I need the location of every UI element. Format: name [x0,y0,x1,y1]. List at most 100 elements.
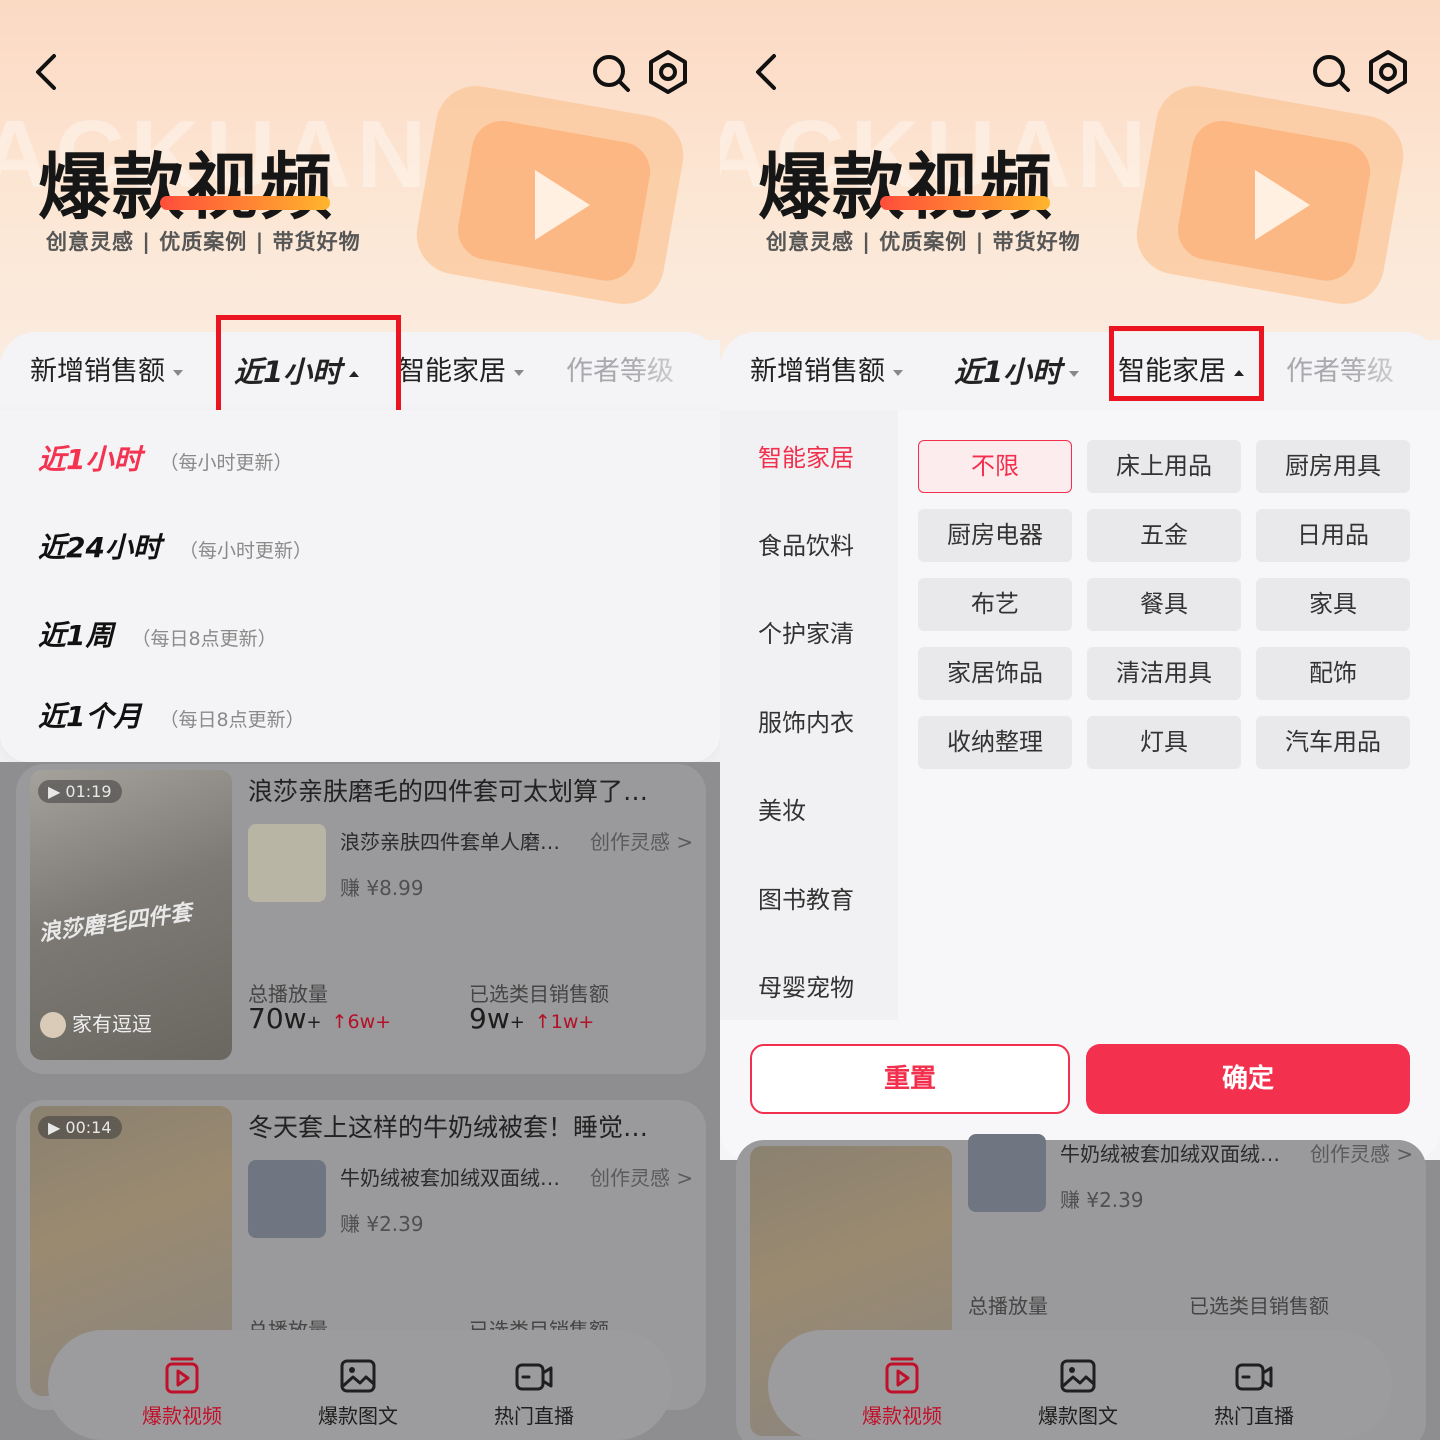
filter-time[interactable]: 近1小时 [954,350,1080,394]
filter-sales[interactable]: 新增销售额 [750,350,903,394]
time-option-label: 近1周 [38,619,114,652]
hero-video-art [416,86,684,304]
reset-button[interactable]: 重置 [750,1044,1070,1114]
subcategory-chip[interactable]: 床上用品 [1087,440,1241,493]
subcategory-chip[interactable]: 布艺 [918,578,1072,631]
subcategory-chip[interactable]: 家居饰品 [918,647,1072,700]
bottom-nav: 爆款视频 爆款图文 热门直播 [48,1330,672,1440]
time-option-24h[interactable]: 近24小时 （每小时更新） [38,526,312,566]
caret-down-icon [1069,371,1080,377]
earn-amount: 赚 ¥2.39 [340,1212,424,1236]
nav-label: 爆款视频 [862,1404,942,1428]
earn-amount: 赚 ¥8.99 [340,876,424,900]
inspiration-link[interactable]: 创作灵感 > [590,1162,693,1191]
video-duration: ▶ 01:19 [38,780,122,803]
time-dropdown: 近1小时 （每小时更新） 近24小时 （每小时更新） 近1周 （每日8点更新） 近1个… [0,410,720,762]
subcategory-chip[interactable]: 收纳整理 [918,716,1072,769]
video-card[interactable]: ▶ 01:19 浪莎磨毛四件套 家有逗逗 浪莎亲肤磨毛的四件套可太划算了… 浪莎… [16,764,706,1074]
highlight-box-time [216,315,401,422]
video-title[interactable]: 浪莎亲肤磨毛的四件套可太划算了… [248,772,688,808]
subcategory-chip[interactable]: 日用品 [1256,509,1410,562]
nav-item-image[interactable]: 爆款图文 [298,1356,418,1429]
inspiration-link[interactable]: 创作灵感 > [1310,1138,1413,1167]
video-duration: ▶ 00:14 [38,1116,122,1139]
time-option-1w[interactable]: 近1周 （每日8点更新） [38,614,277,654]
video-author[interactable]: 家有逗逗 [40,1008,152,1038]
nav-item-video[interactable]: 爆款视频 [122,1356,242,1429]
subcategory-chip[interactable]: 不限 [918,440,1072,493]
time-option-note: （每小时更新） [159,452,293,474]
filter-category[interactable]: 智能家居 [398,350,524,394]
subcategory-chip[interactable]: 餐具 [1087,578,1241,631]
time-option-1h[interactable]: 近1小时 （每小时更新） [38,438,293,478]
back-icon[interactable] [748,50,788,94]
nav-item-video[interactable]: 爆款视频 [842,1356,962,1429]
nav-item-live[interactable]: 热门直播 [1194,1356,1314,1429]
product-name[interactable]: 浪莎亲肤四件套单人磨… [340,826,560,855]
category-item[interactable]: 智能家居 [758,438,854,473]
left-screenshot: ACKUAN 爆款视频 创意灵感 | 优质案例 | 带货好物 新增销售额 近1小… [0,0,720,1440]
category-item[interactable]: 服饰内衣 [758,703,854,738]
category-item[interactable]: 图书教育 [758,880,854,915]
time-option-note: （每小时更新） [178,540,312,562]
highlight-box-category [1109,326,1264,401]
product-image[interactable] [248,1160,326,1238]
page-subtitle: 创意灵感 | 优质案例 | 带货好物 [766,230,1081,254]
video-thumbnail[interactable]: ▶ 01:19 浪莎磨毛四件套 家有逗逗 [30,770,232,1060]
filter-fade [1350,340,1440,404]
back-icon[interactable] [28,50,68,94]
product-image[interactable] [248,824,326,902]
nav-label: 爆款图文 [1038,1404,1118,1428]
caret-down-icon [514,369,524,376]
category-item[interactable]: 食品饮料 [758,526,854,561]
category-item[interactable]: 个护家清 [758,614,854,649]
time-option-label: 近24小时 [38,531,161,564]
subcategory-chip[interactable]: 配饰 [1256,647,1410,700]
play-count-label: 总播放量 [968,1294,1048,1318]
confirm-button[interactable]: 确定 [1086,1044,1410,1114]
subcategory-chip[interactable]: 厨房电器 [918,509,1072,562]
category-item[interactable]: 美妆 [758,791,806,826]
settings-icon[interactable] [1365,48,1411,96]
search-icon[interactable] [590,52,632,94]
filter-sales-label: 新增销售额 [30,356,165,387]
filter-fade [630,340,720,404]
subcategory-chip[interactable]: 灯具 [1087,716,1241,769]
subcategory-chip[interactable]: 汽车用品 [1256,716,1410,769]
time-option-1m[interactable]: 近1个月 （每日8点更新） [38,695,305,735]
video-title[interactable]: 冬天套上这样的牛奶绒被套！睡觉… [248,1108,688,1144]
subcategory-chip[interactable]: 五金 [1087,509,1241,562]
play-count-value: 70w+ ↑6w+ [248,1002,391,1035]
subcategory-chip[interactable]: 厨房用具 [1256,440,1410,493]
sales-value: 9w+ ↑1w+ [469,1002,594,1035]
live-icon [515,1363,553,1391]
filter-time-label: 近1小时 [954,355,1062,389]
play-count-number: 70w [248,1002,307,1035]
page-title: 爆款视频 [758,145,1055,229]
hero-video-art [1136,86,1404,304]
subcategory-chip[interactable]: 清洁用具 [1087,647,1241,700]
inspiration-link[interactable]: 创作灵感 > [590,826,693,855]
page-subtitle: 创意灵感 | 优质案例 | 带货好物 [46,230,361,254]
avatar [40,1012,66,1038]
image-icon [340,1359,376,1393]
page-title: 爆款视频 [38,145,335,229]
nav-item-image[interactable]: 爆款图文 [1018,1356,1138,1429]
product-name[interactable]: 牛奶绒被套加绒双面绒… [340,1162,560,1191]
play-count-plus: + [306,1012,322,1033]
subcategory-chip[interactable]: 家具 [1256,578,1410,631]
caret-down-icon [173,369,183,376]
title-underline [160,196,330,210]
time-option-note: （每日8点更新） [159,709,305,731]
nav-item-live[interactable]: 热门直播 [474,1356,594,1429]
product-image[interactable] [968,1134,1046,1212]
caret-down-icon [893,369,903,376]
search-icon[interactable] [1310,52,1352,94]
filter-category-label: 智能家居 [398,356,506,387]
settings-icon[interactable] [645,48,691,96]
right-screenshot: ACKUAN 爆款视频 创意灵感 | 优质案例 | 带货好物 新增销售额 近1小… [720,0,1440,1440]
filter-sales-label: 新增销售额 [750,356,885,387]
product-name[interactable]: 牛奶绒被套加绒双面绒… [1060,1138,1280,1167]
category-item[interactable]: 母婴宠物 [758,968,854,1003]
filter-sales[interactable]: 新增销售额 [30,350,183,394]
